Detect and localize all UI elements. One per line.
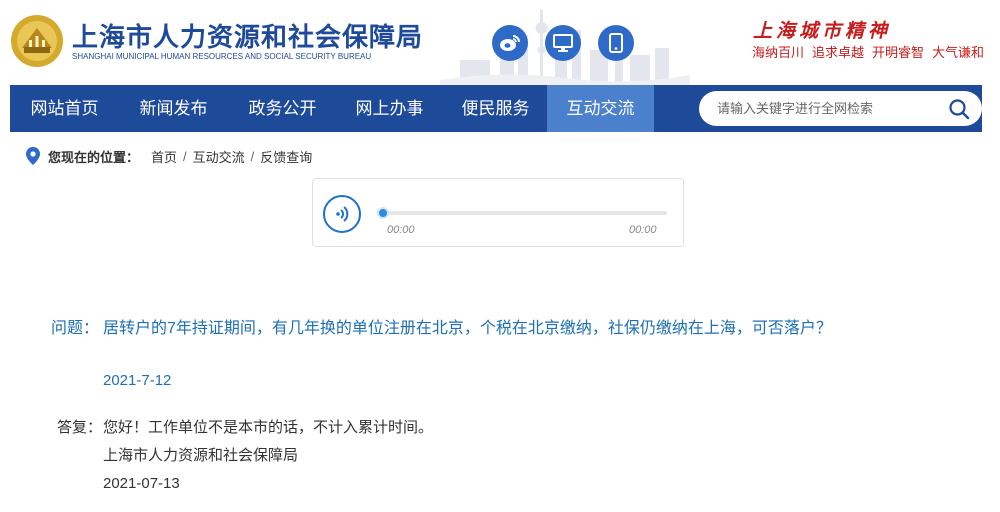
site-header: 上海市人力资源和社会保障局 SHANGHAI MUNICIPAL HUMAN R…	[0, 0, 1000, 85]
audio-total-time: 00:00	[629, 224, 657, 236]
answer-date: 2021-07-13	[103, 475, 180, 492]
question-label: 问题：	[51, 320, 100, 337]
sound-wave-icon	[336, 206, 349, 222]
breadcrumb-interaction[interactable]: 互动交流	[193, 147, 245, 166]
nav-item-interaction[interactable]: 互动交流	[547, 85, 654, 132]
search-icon[interactable]	[948, 98, 970, 120]
city-spirit-item: 大气谦和	[932, 45, 985, 60]
mobile-site-button[interactable]	[598, 25, 634, 61]
breadcrumb: 您现在的位置： 首页 / 互动交流 / 反馈查询	[26, 146, 312, 166]
city-spirit-item: 追求卓越	[812, 45, 865, 60]
city-spirit-title: 上海城市精神	[753, 21, 892, 42]
weibo-button[interactable]	[492, 25, 528, 61]
breadcrumb-separator: /	[183, 148, 187, 164]
weibo-icon	[500, 35, 520, 51]
breadcrumb-home[interactable]: 首页	[151, 147, 177, 166]
audio-current-time: 00:00	[387, 224, 415, 236]
search-input[interactable]	[717, 91, 937, 126]
city-spirit-list: 海纳百川 追求卓越 开明睿智 大气谦和	[752, 42, 984, 61]
nav-item-public-services[interactable]: 便民服务	[441, 85, 550, 132]
speak-button[interactable]	[323, 195, 361, 233]
desktop-site-button[interactable]	[545, 25, 581, 61]
nav-item-government[interactable]: 政务公开	[228, 85, 337, 132]
answer-label: 答复：	[57, 419, 103, 436]
site-title: 上海市人力资源和社会保障局	[72, 22, 424, 52]
nav-item-home[interactable]: 网站首页	[10, 85, 119, 132]
breadcrumb-separator: /	[250, 148, 255, 164]
question-text: 居转户的7年持证期间，有几年换的单位注册在北京，个税在北京缴纳，社保仍缴纳在上海…	[103, 320, 832, 337]
audio-progress-track[interactable]	[377, 207, 667, 219]
desktop-icon	[553, 34, 573, 52]
city-spirit-item: 海纳百川	[752, 45, 805, 60]
breadcrumb-label: 您现在的位置：	[48, 149, 140, 165]
search-box	[699, 91, 982, 126]
bureau-logo-icon	[11, 15, 63, 67]
answer-org: 上海市人力资源和社会保障局	[103, 447, 299, 464]
audio-player: 00:00 00:00	[312, 178, 684, 247]
question-date: 2021-7-12	[103, 372, 172, 389]
main-nav: 网站首页 新闻发布 政务公开 网上办事 便民服务 互动交流	[10, 85, 982, 132]
answer-text: 您好！工作单位不是本市的话，不计入累计时间。	[103, 419, 434, 436]
breadcrumb-feedback[interactable]: 反馈查询	[260, 147, 312, 166]
answer-body: 您好！工作单位不是本市的话，不计入累计时间。 上海市人力资源和社会保障局 202…	[103, 414, 883, 498]
mobile-icon	[609, 33, 623, 53]
site-subtitle: SHANGHAI MUNICIPAL HUMAN RESOURCES AND S…	[72, 52, 372, 61]
audio-progress-thumb[interactable]	[377, 207, 389, 219]
location-pin-icon	[26, 147, 40, 165]
nav-item-news[interactable]: 新闻发布	[119, 85, 228, 132]
city-spirit-item: 开明睿智	[872, 45, 925, 60]
nav-item-online-services[interactable]: 网上办事	[335, 85, 444, 132]
